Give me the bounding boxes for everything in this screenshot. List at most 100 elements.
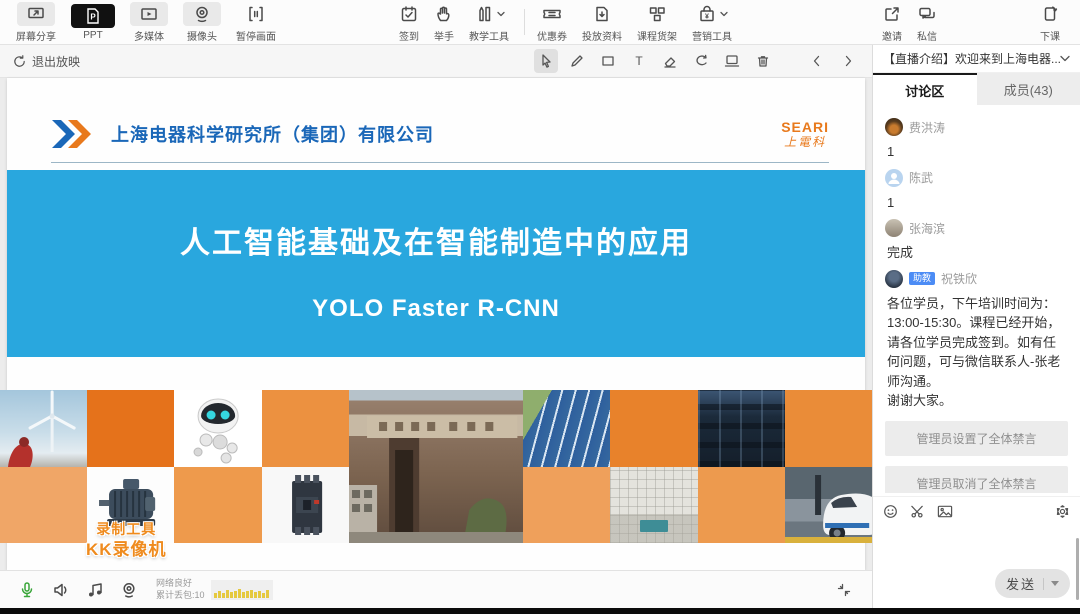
toolbar-divider: [524, 9, 525, 35]
coupon-icon: [541, 2, 563, 26]
teaching-tools-icon: [474, 2, 505, 26]
mosaic-tile-orange: [262, 390, 349, 467]
mosaic-photo-switchgear-lab: [698, 390, 785, 467]
camera-button[interactable]: 摄像头: [183, 2, 221, 43]
mosaic-tile-orange: [174, 467, 261, 543]
previous-slide-button[interactable]: [805, 49, 829, 73]
chat-message-list[interactable]: 费洪涛 1 陈武 1 张海滨 完成: [873, 105, 1080, 493]
canvas-toolbar: 退出放映 T: [0, 45, 872, 78]
slide-stage: 上海电器科学研究所（集团）有限公司 SEARI 上電科 人工智能基础及在智能制造…: [0, 78, 872, 570]
marketing-tools-button[interactable]: ¥ 营销工具: [692, 2, 732, 43]
mosaic-photo-circuit-breaker: [262, 467, 349, 543]
pause-screen-icon: [246, 2, 266, 26]
chat-sidebar: 【直播介绍】欢迎来到上海电器... 讨论区 成员(43) 费洪涛 1: [872, 45, 1080, 608]
slide-header: 上海电器科学研究所（集团）有限公司 SEARI 上電科: [51, 108, 829, 160]
presenter-screen-button[interactable]: [720, 49, 744, 73]
header-divider: [51, 162, 829, 163]
chat-message: 张海滨 完成: [873, 212, 1080, 263]
send-image-button[interactable]: [937, 504, 953, 519]
raise-hand-icon: [434, 2, 454, 26]
clear-all-button[interactable]: [751, 49, 775, 73]
webcam-button[interactable]: [116, 579, 142, 601]
distribute-materials-button[interactable]: 投放资料: [582, 2, 622, 43]
system-message: 管理员取消了全体禁言: [885, 466, 1068, 494]
next-slide-button[interactable]: [836, 49, 860, 73]
mosaic-tile-orange: [610, 390, 697, 467]
chevron-down-icon: [720, 11, 728, 17]
end-class-icon: [1040, 2, 1060, 26]
recorder-watermark: 录制工具 KK录像机: [86, 521, 167, 560]
screenshot-scissors-button[interactable]: [910, 504, 925, 519]
drawing-tools: T: [534, 49, 860, 73]
pen-tool-button[interactable]: [565, 49, 589, 73]
multimedia-icon: [130, 2, 168, 26]
undo-button[interactable]: [689, 49, 713, 73]
speaker-button[interactable]: [48, 579, 74, 601]
pause-screen-button[interactable]: 暂停画面: [236, 2, 276, 43]
multimedia-button[interactable]: 多媒体: [130, 2, 168, 43]
avatar: [885, 219, 903, 237]
teaching-tools-button[interactable]: 教学工具: [469, 2, 509, 43]
avatar: [885, 118, 903, 136]
chat-settings-button[interactable]: [1055, 504, 1070, 519]
chevron-down-icon: [497, 11, 505, 17]
sidebar-scrollbar[interactable]: [1076, 538, 1079, 600]
chat-message: 陈武 1: [873, 162, 1080, 213]
rectangle-tool-button[interactable]: [596, 49, 620, 73]
live-intro-header[interactable]: 【直播介绍】欢迎来到上海电器...: [873, 45, 1080, 73]
pointer-tool-button[interactable]: [534, 49, 558, 73]
raise-hand-button[interactable]: 举手: [434, 2, 454, 43]
live-class-window: 屏幕分享 P PPT 多媒体 摄像头 暂停画面: [0, 0, 1080, 614]
background-music-button[interactable]: [82, 579, 108, 601]
end-class-button[interactable]: 下课: [1040, 2, 1060, 43]
shelf-icon: [647, 2, 667, 26]
ppt-button[interactable]: P PPT: [71, 4, 115, 41]
exit-slideshow-button[interactable]: 退出放映: [12, 53, 80, 70]
mosaic-tile-orange: [0, 467, 87, 543]
marketing-bag-icon: ¥: [697, 2, 728, 26]
course-shelf-button[interactable]: 课程货架: [637, 2, 677, 43]
mosaic-tile-orange: [523, 467, 610, 543]
chat-input-toolbar: [873, 496, 1080, 526]
assistant-badge: 助教: [909, 272, 935, 286]
svg-text:¥: ¥: [705, 13, 709, 20]
mosaic-photo-anechoic-chamber: [610, 467, 697, 543]
chat-message: 费洪涛 1: [873, 111, 1080, 162]
window-bottom-edge: [0, 608, 1080, 614]
send-options-caret[interactable]: [1051, 581, 1059, 586]
sign-in-icon: [399, 2, 419, 26]
mosaic-tile-orange: [87, 390, 174, 467]
slide-title: 人工智能基础及在智能制造中的应用: [7, 218, 865, 262]
document-icon: [592, 2, 612, 26]
sign-in-button[interactable]: 签到: [399, 2, 419, 43]
tab-discussion[interactable]: 讨论区: [873, 73, 977, 105]
mosaic-photo-wind-turbine: [0, 390, 87, 467]
svg-text:T: T: [635, 54, 643, 68]
chat-bubbles-icon: [917, 2, 937, 26]
eraser-tool-button[interactable]: [658, 49, 682, 73]
screen-share-button[interactable]: 屏幕分享: [16, 2, 56, 43]
collapse-panel-button[interactable]: [836, 582, 852, 598]
tab-members[interactable]: 成员(43): [977, 73, 1080, 105]
ppt-icon: P: [71, 4, 115, 28]
mosaic-photo-robot: [174, 390, 261, 467]
text-tool-button[interactable]: T: [627, 49, 651, 73]
screen-share-icon: [17, 2, 55, 26]
invite-button[interactable]: 邀请: [882, 2, 902, 43]
invite-icon: [882, 2, 902, 26]
chamber-table: [640, 520, 668, 532]
camera-icon: [183, 2, 221, 26]
top-toolbar: 屏幕分享 P PPT 多媒体 摄像头 暂停画面: [0, 0, 1080, 45]
network-sparkline: [211, 580, 273, 600]
exit-slideshow-icon: [12, 54, 27, 69]
slide-subtitle: YOLO Faster R-CNN: [7, 295, 865, 323]
mosaic-photo-electric-car: [785, 467, 872, 543]
seari-logo: SEARI 上電科: [781, 120, 829, 148]
emoji-button[interactable]: [883, 504, 898, 519]
coupon-button[interactable]: 优惠券: [537, 2, 567, 43]
mosaic-photo-institute-building: [349, 390, 523, 543]
system-message: 管理员设置了全体禁言: [885, 421, 1068, 456]
send-button[interactable]: 发送: [995, 569, 1070, 598]
private-message-button[interactable]: 私信: [917, 2, 937, 43]
microphone-button[interactable]: [14, 579, 40, 601]
